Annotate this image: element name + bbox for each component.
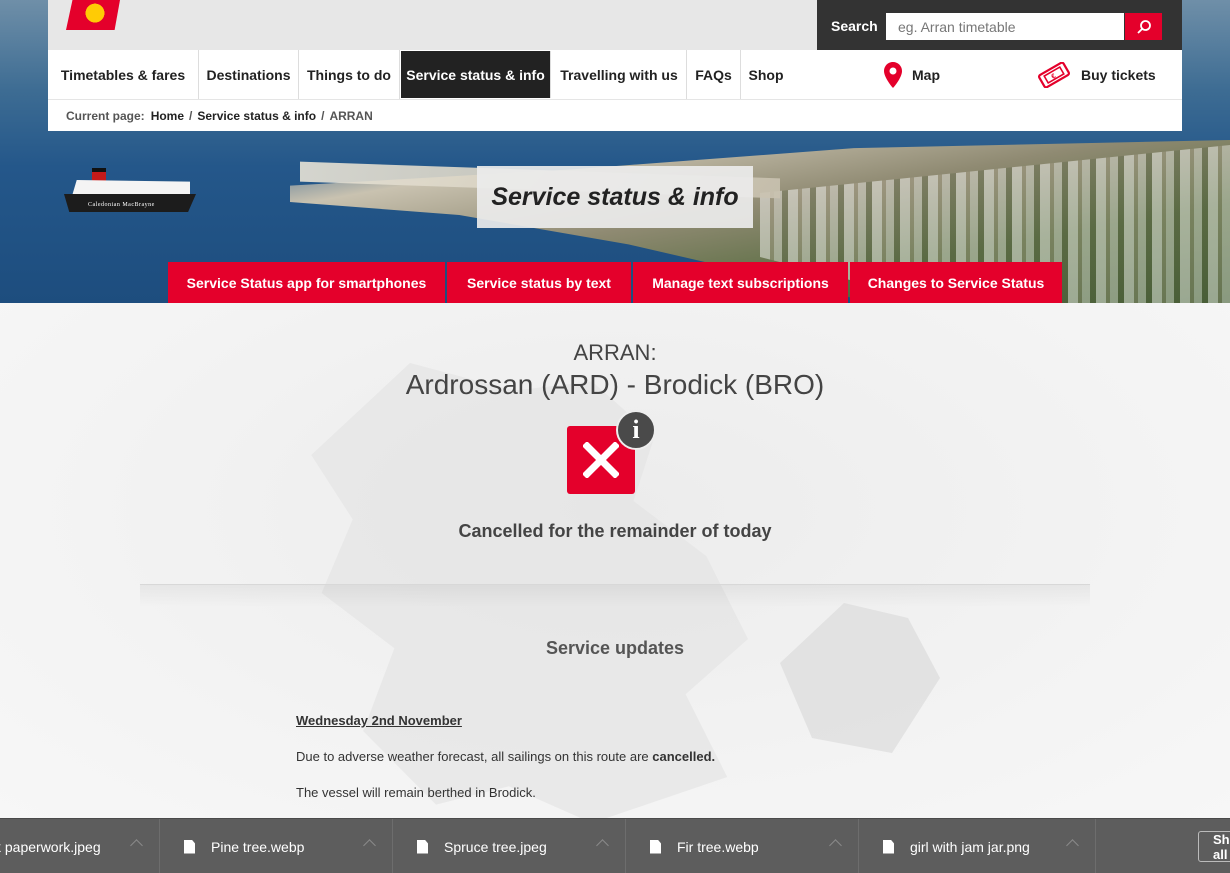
download-filename: Spruce tree.jpeg [444, 838, 547, 855]
download-item[interactable]: k paperwork.jpeg [0, 819, 160, 873]
main-nav: Timetables & fares Destinations Things t… [48, 50, 1182, 99]
downloads-bar: k paperwork.jpeg Pine tree.webp Spruce t… [0, 818, 1230, 873]
download-item[interactable]: Pine tree.webp [160, 819, 393, 873]
download-filename: girl with jam jar.png [910, 838, 1030, 855]
download-filename: Pine tree.webp [211, 838, 305, 855]
ferry-deck [72, 180, 190, 196]
breadcrumb-home[interactable]: Home [151, 109, 184, 123]
svg-text:€: € [1050, 72, 1057, 80]
search-button[interactable] [1125, 13, 1162, 40]
background-map-island [780, 603, 940, 753]
breadcrumb-service-status[interactable]: Service status & info [197, 109, 316, 123]
update-text-bold: cancelled. [652, 749, 716, 764]
nav-map[interactable]: Map [884, 50, 940, 99]
lion-crest-icon [83, 1, 107, 23]
site-header: Search Timetables & fares Destinations T… [48, 0, 1182, 131]
nav-shop[interactable]: Shop [741, 50, 791, 99]
map-pin-icon [884, 61, 902, 88]
search-label: Search [831, 18, 878, 34]
status-text: Cancelled for the remainder of today [458, 521, 772, 541]
download-filename: Fir tree.webp [677, 838, 759, 855]
info-icon[interactable]: i [616, 410, 656, 450]
download-item[interactable]: girl with jam jar.png [859, 819, 1096, 873]
close-icon [583, 442, 619, 478]
service-updates-heading: Service updates [545, 638, 685, 658]
nav-faqs[interactable]: FAQs [687, 50, 741, 99]
breadcrumb: Current page: Home / Service status & in… [48, 99, 1182, 131]
breadcrumb-current: ARRAN [329, 108, 373, 123]
download-item[interactable]: Fir tree.webp [626, 819, 859, 873]
breadcrumb-separator: / [321, 108, 325, 123]
divider-shadow [140, 585, 1090, 607]
service-status-by-text-button[interactable]: Service status by text [447, 262, 631, 303]
breadcrumb-label: Current page: [66, 108, 145, 123]
nav-things-to-do[interactable]: Things to do [299, 50, 400, 99]
nav-buy-tickets-label: Buy tickets [1081, 66, 1156, 83]
chevron-up-icon[interactable] [363, 839, 376, 852]
download-filename: k paperwork.jpeg [0, 838, 101, 855]
chevron-up-icon[interactable] [1066, 839, 1079, 852]
chevron-up-icon[interactable] [829, 839, 842, 852]
page-title: Service status & info [477, 166, 753, 228]
nav-service-status-info[interactable]: Service status & info [401, 51, 551, 98]
search-icon [1136, 19, 1151, 34]
top-bar: Search [48, 0, 1182, 50]
download-item[interactable]: Spruce tree.jpeg [393, 819, 626, 873]
route-name: Ardrossan (ARD) - Brodick (BRO) [405, 369, 825, 400]
file-icon [184, 839, 195, 854]
file-icon [650, 839, 661, 854]
update-text-line2: The vessel will remain berthed in Brodic… [296, 785, 536, 800]
ferry-name: Caledonian MacBrayne [88, 202, 155, 208]
file-icon [417, 839, 428, 854]
chevron-up-icon[interactable] [596, 839, 609, 852]
search-area: Search [817, 0, 1182, 50]
update-date: Wednesday 2nd November [296, 713, 462, 728]
breadcrumb-separator: / [189, 108, 193, 123]
nav-map-label: Map [912, 66, 940, 83]
calmac-logo[interactable] [66, 0, 120, 30]
update-text-line1: Due to adverse weather forecast, all sai… [296, 749, 715, 764]
chevron-up-icon[interactable] [130, 839, 143, 852]
update-text-prefix: Due to adverse weather forecast, all sai… [296, 749, 653, 764]
route-island: ARRAN: [573, 340, 657, 365]
changes-to-service-status-button[interactable]: Changes to Service Status [850, 262, 1062, 303]
nav-travelling-with-us[interactable]: Travelling with us [552, 50, 687, 99]
ticket-icon: € [1038, 61, 1070, 88]
ferry-image: Caledonian MacBrayne [64, 168, 196, 212]
show-all-button[interactable]: Show all [1198, 831, 1230, 862]
nav-buy-tickets[interactable]: € Buy tickets [1037, 50, 1156, 99]
nav-timetables-fares[interactable]: Timetables & fares [48, 50, 199, 99]
main-content: ARRAN: Ardrossan (ARD) - Brodick (BRO) i… [0, 303, 1230, 818]
search-input[interactable] [886, 13, 1124, 40]
manage-text-subscriptions-button[interactable]: Manage text subscriptions [633, 262, 848, 303]
service-status-app-button[interactable]: Service Status app for smartphones [168, 262, 445, 303]
nav-destinations[interactable]: Destinations [199, 50, 299, 99]
file-icon [883, 839, 894, 854]
